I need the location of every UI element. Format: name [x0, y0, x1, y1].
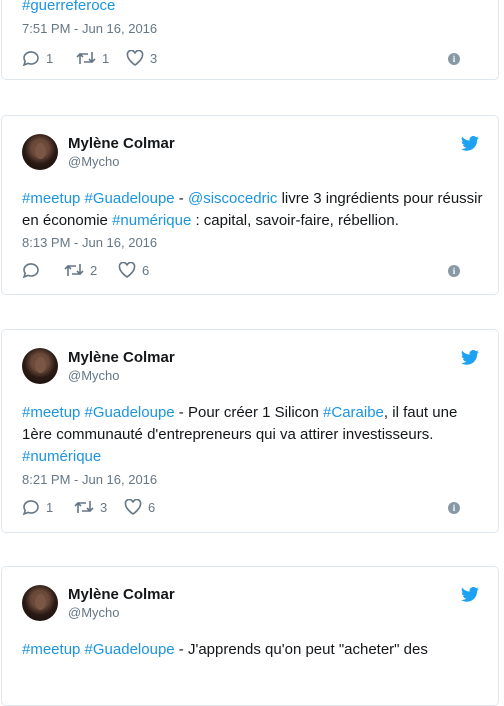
tweet-actions: 1 1 3 i — [22, 50, 482, 70]
hashtag-link[interactable]: #Guadeloupe — [85, 404, 175, 421]
tweet-text: #guerreferoce — [22, 0, 484, 17]
hashtag-link[interactable]: #meetup — [22, 190, 80, 207]
like-button[interactable]: 3 — [126, 50, 157, 66]
retweet-icon — [74, 501, 94, 513]
info-icon[interactable]: i — [448, 53, 460, 65]
reply-count: 1 — [46, 499, 54, 515]
reply-button[interactable]: 1 — [22, 50, 53, 66]
retweet-count: 2 — [90, 262, 98, 278]
retweet-count: 1 — [102, 50, 110, 66]
author-name[interactable]: Mylène Colmar — [68, 135, 175, 152]
reply-count: 1 — [46, 50, 54, 66]
twitter-bird-icon[interactable] — [460, 350, 480, 366]
hashtag-link[interactable]: #Caraibe — [323, 404, 384, 421]
tweet-timestamp[interactable]: 7:51 PM - Jun 16, 2016 — [22, 21, 157, 36]
hashtag-link[interactable]: #meetup — [22, 641, 80, 658]
mention-link[interactable]: @siscocedric — [188, 190, 277, 207]
retweet-button[interactable]: 2 — [64, 262, 97, 278]
hashtag-link[interactable]: #Guadeloupe — [85, 641, 175, 658]
hashtag-link[interactable]: #numérique — [112, 212, 191, 229]
twitter-bird-icon[interactable] — [460, 587, 480, 603]
like-count: 6 — [142, 262, 150, 278]
text-segment: - Pour créer 1 Silicon — [174, 404, 324, 421]
retweet-count: 3 — [100, 499, 108, 515]
info-icon[interactable]: i — [448, 502, 460, 514]
tweet-card: Mylène Colmar @Mycho #meetup #Guadeloupe… — [1, 329, 499, 533]
text-segment: : capital, savoir-faire, rébellion. — [191, 212, 399, 229]
avatar[interactable] — [22, 585, 58, 621]
like-count: 3 — [150, 50, 158, 66]
tweet-timestamp[interactable]: 8:21 PM - Jun 16, 2016 — [22, 472, 157, 487]
like-count: 6 — [148, 499, 156, 515]
tweet-card: #guerreferoce 7:51 PM - Jun 16, 2016 1 1… — [1, 0, 499, 80]
reply-icon — [22, 263, 39, 278]
tweet-actions: 2 6 i — [22, 262, 482, 282]
text-segment: - — [174, 190, 188, 207]
like-button[interactable]: 6 — [118, 262, 149, 278]
author-handle[interactable]: @Mycho — [68, 154, 120, 169]
info-icon[interactable]: i — [448, 265, 460, 277]
author-name[interactable]: Mylène Colmar — [68, 586, 175, 603]
like-button[interactable]: 6 — [124, 499, 155, 515]
reply-icon — [22, 51, 39, 66]
reply-icon — [22, 500, 39, 515]
text-segment: - J'apprends qu'on peut "acheter" des — [174, 641, 428, 658]
tweet-card: Mylène Colmar @Mycho #meetup #Guadeloupe… — [1, 566, 499, 706]
avatar[interactable] — [22, 134, 58, 170]
tweet-text: #meetup #Guadeloupe - @siscocedric livre… — [22, 188, 484, 232]
retweet-icon — [76, 52, 96, 64]
like-icon — [118, 262, 136, 278]
tweet-text: #meetup #Guadeloupe - Pour créer 1 Silic… — [22, 402, 484, 468]
tweet-actions: 1 3 6 i — [22, 499, 482, 519]
retweet-button[interactable]: 3 — [74, 499, 107, 515]
author-handle[interactable]: @Mycho — [68, 368, 120, 383]
hashtag-link[interactable]: #guerreferoce — [22, 0, 115, 14]
avatar[interactable] — [22, 348, 58, 384]
retweet-icon — [64, 264, 84, 276]
twitter-bird-icon[interactable] — [460, 136, 480, 152]
reply-button[interactable] — [22, 262, 46, 278]
reply-button[interactable]: 1 — [22, 499, 53, 515]
author-handle[interactable]: @Mycho — [68, 605, 120, 620]
hashtag-link[interactable]: #Guadeloupe — [85, 190, 175, 207]
hashtag-link[interactable]: #meetup — [22, 404, 80, 421]
hashtag-link[interactable]: #numérique — [22, 448, 101, 465]
retweet-button[interactable]: 1 — [76, 50, 109, 66]
tweet-card: Mylène Colmar @Mycho #meetup #Guadeloupe… — [1, 115, 499, 295]
tweet-text: #meetup #Guadeloupe - J'apprends qu'on p… — [22, 639, 484, 661]
like-icon — [124, 499, 142, 515]
tweet-timestamp[interactable]: 8:13 PM - Jun 16, 2016 — [22, 235, 157, 250]
author-name[interactable]: Mylène Colmar — [68, 349, 175, 366]
like-icon — [126, 50, 144, 66]
